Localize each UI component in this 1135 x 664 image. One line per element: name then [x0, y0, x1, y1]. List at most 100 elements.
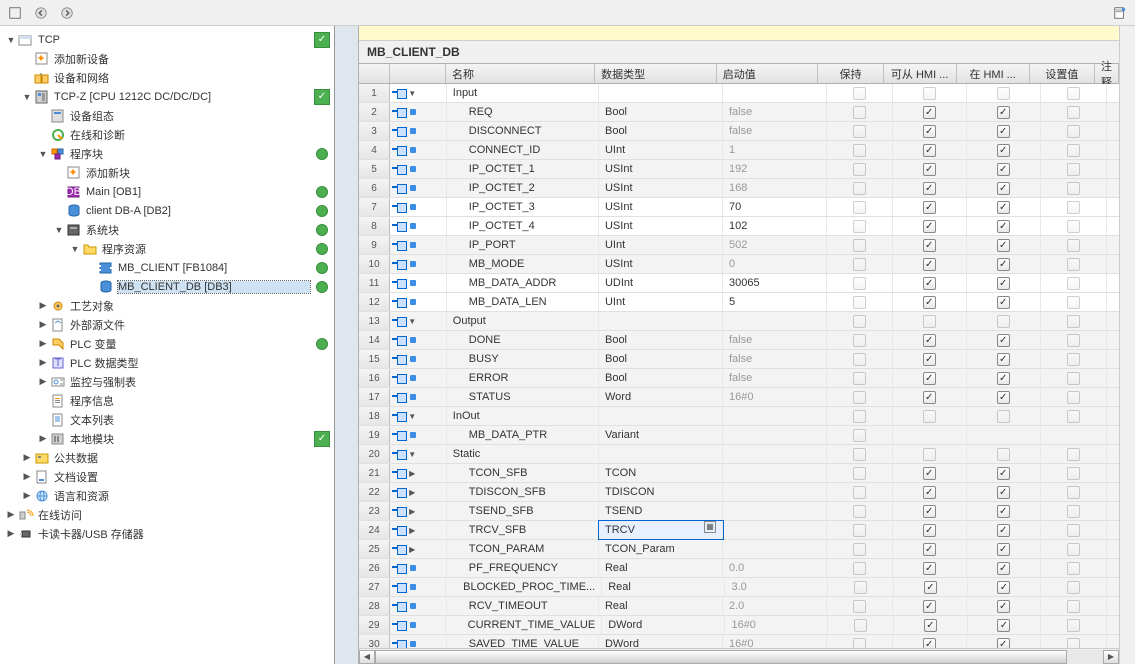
- col-start[interactable]: 启动值: [717, 64, 819, 83]
- checkbox[interactable]: ✓: [923, 201, 936, 214]
- checkbox[interactable]: [853, 638, 866, 649]
- table-row[interactable]: 19MB_DATA_PTRVariant: [359, 426, 1119, 445]
- checkbox[interactable]: [1067, 239, 1080, 252]
- cell-name[interactable]: IP_OCTET_1: [447, 160, 599, 178]
- checkbox[interactable]: ✓: [923, 277, 936, 290]
- checkbox[interactable]: ✓: [923, 220, 936, 233]
- cell-type[interactable]: USInt: [599, 160, 723, 178]
- checkbox[interactable]: [853, 391, 866, 404]
- cell-name[interactable]: TRCV_SFB: [447, 521, 599, 539]
- cell-comment[interactable]: [1107, 559, 1119, 577]
- cell-type[interactable]: TDISCON: [599, 483, 723, 501]
- checkbox[interactable]: [1067, 505, 1080, 518]
- cell-name[interactable]: IP_OCTET_4: [447, 217, 599, 235]
- cell-start-value[interactable]: false: [723, 103, 827, 121]
- checkbox[interactable]: [1067, 258, 1080, 271]
- checkbox[interactable]: ✓: [923, 144, 936, 157]
- cell-start-value[interactable]: [723, 483, 827, 501]
- checkbox[interactable]: ✓: [997, 296, 1010, 309]
- expand-icon[interactable]: ▶: [408, 507, 416, 516]
- cell-name[interactable]: IP_OCTET_3: [447, 198, 599, 216]
- tree-item[interactable]: MB_CLIENT [FB1084]: [0, 258, 334, 277]
- tree-item[interactable]: client DB-A [DB2]: [0, 201, 334, 220]
- cell-name[interactable]: InOut: [447, 407, 599, 425]
- cell-comment[interactable]: [1107, 369, 1119, 387]
- table-row[interactable]: 8IP_OCTET_4USInt102✓✓: [359, 217, 1119, 236]
- cell-comment[interactable]: [1107, 388, 1119, 406]
- cell-comment[interactable]: [1107, 103, 1119, 121]
- tree-item[interactable]: ▶PLC 变量: [0, 334, 334, 353]
- cell-name[interactable]: PF_FREQUENCY: [447, 559, 599, 577]
- table-row[interactable]: 28RCV_TIMEOUTReal2.0✓✓: [359, 597, 1119, 616]
- checkbox[interactable]: [1067, 296, 1080, 309]
- tree-item[interactable]: ▶在线访问: [0, 505, 334, 524]
- col-comment[interactable]: 注释: [1095, 64, 1119, 83]
- cell-name[interactable]: IP_PORT: [447, 236, 599, 254]
- checkbox[interactable]: ✓: [997, 220, 1010, 233]
- cell-name[interactable]: MB_DATA_ADDR: [447, 274, 599, 292]
- table-row[interactable]: 20▼Static: [359, 445, 1119, 464]
- tree-toggle-icon[interactable]: ▶: [38, 300, 48, 311]
- tree-item[interactable]: ▶卡读卡器/USB 存储器: [0, 524, 334, 543]
- cell-start-value[interactable]: 16#0: [723, 635, 827, 648]
- checkbox[interactable]: ✓: [997, 163, 1010, 176]
- checkbox[interactable]: [1067, 106, 1080, 119]
- cell-type[interactable]: UInt: [599, 236, 723, 254]
- cell-type[interactable]: USInt: [599, 255, 723, 273]
- table-row[interactable]: 2REQBoolfalse✓✓: [359, 103, 1119, 122]
- tree-item[interactable]: ▶工艺对象: [0, 296, 334, 315]
- checkbox[interactable]: ✓: [923, 239, 936, 252]
- checkbox[interactable]: ✓: [997, 239, 1010, 252]
- cell-type[interactable]: USInt: [599, 217, 723, 235]
- cell-type[interactable]: Bool: [599, 122, 723, 140]
- checkbox[interactable]: [853, 505, 866, 518]
- checkbox[interactable]: ✓: [997, 258, 1010, 271]
- cell-start-value[interactable]: [723, 445, 827, 463]
- back-button[interactable]: [30, 3, 52, 23]
- tree-item[interactable]: 在线和诊断: [0, 125, 334, 144]
- checkbox[interactable]: [853, 201, 866, 214]
- tree-toggle-icon[interactable]: ▶: [38, 357, 48, 368]
- cell-type[interactable]: [599, 84, 723, 102]
- checkbox[interactable]: ✓: [997, 581, 1010, 594]
- cell-comment[interactable]: [1107, 179, 1119, 197]
- cell-start-value[interactable]: [723, 502, 827, 520]
- checkbox[interactable]: ✓: [923, 372, 936, 385]
- checkbox[interactable]: ✓: [997, 524, 1010, 537]
- checkbox[interactable]: ✓: [923, 125, 936, 138]
- checkbox[interactable]: [853, 372, 866, 385]
- checkbox[interactable]: [1067, 163, 1080, 176]
- tree-toggle-icon[interactable]: ▶: [38, 376, 48, 387]
- tree-item[interactable]: 程序信息: [0, 391, 334, 410]
- col-setpoint[interactable]: 设置值: [1030, 64, 1095, 83]
- table-row[interactable]: 10MB_MODEUSInt0✓✓: [359, 255, 1119, 274]
- checkbox[interactable]: [853, 429, 866, 442]
- tree-toggle-icon[interactable]: ▶: [6, 528, 16, 539]
- checkbox[interactable]: ✓: [997, 144, 1010, 157]
- cell-type[interactable]: [599, 312, 723, 330]
- cell-comment[interactable]: [1107, 616, 1119, 634]
- cell-comment[interactable]: [1107, 255, 1119, 273]
- cell-comment[interactable]: [1107, 122, 1119, 140]
- checkbox[interactable]: ✓: [997, 619, 1010, 632]
- table-row[interactable]: 6IP_OCTET_2USInt168✓✓: [359, 179, 1119, 198]
- cell-type[interactable]: TCON: [599, 464, 723, 482]
- checkbox[interactable]: [853, 239, 866, 252]
- cell-name[interactable]: MB_MODE: [447, 255, 599, 273]
- checkbox[interactable]: ✓: [997, 562, 1010, 575]
- cell-comment[interactable]: [1107, 483, 1119, 501]
- cell-comment[interactable]: [1107, 198, 1119, 216]
- col-hmi-access[interactable]: 可从 HMI ...: [884, 64, 957, 83]
- cell-start-value[interactable]: 3.0: [725, 578, 828, 596]
- checkbox[interactable]: [853, 163, 866, 176]
- cell-name[interactable]: SAVED_TIME_VALUE: [447, 635, 599, 648]
- cell-comment[interactable]: [1107, 540, 1119, 558]
- checkbox[interactable]: ✓: [924, 619, 937, 632]
- cell-type[interactable]: Real: [602, 578, 725, 596]
- checkbox[interactable]: ✓: [997, 391, 1010, 404]
- v-scrollbar[interactable]: [1119, 41, 1135, 664]
- tree-item[interactable]: 设备和网络: [0, 68, 334, 87]
- expand-icon[interactable]: ▼: [408, 89, 416, 98]
- cell-type[interactable]: TCON_Param: [599, 540, 723, 558]
- cell-comment[interactable]: [1107, 141, 1119, 159]
